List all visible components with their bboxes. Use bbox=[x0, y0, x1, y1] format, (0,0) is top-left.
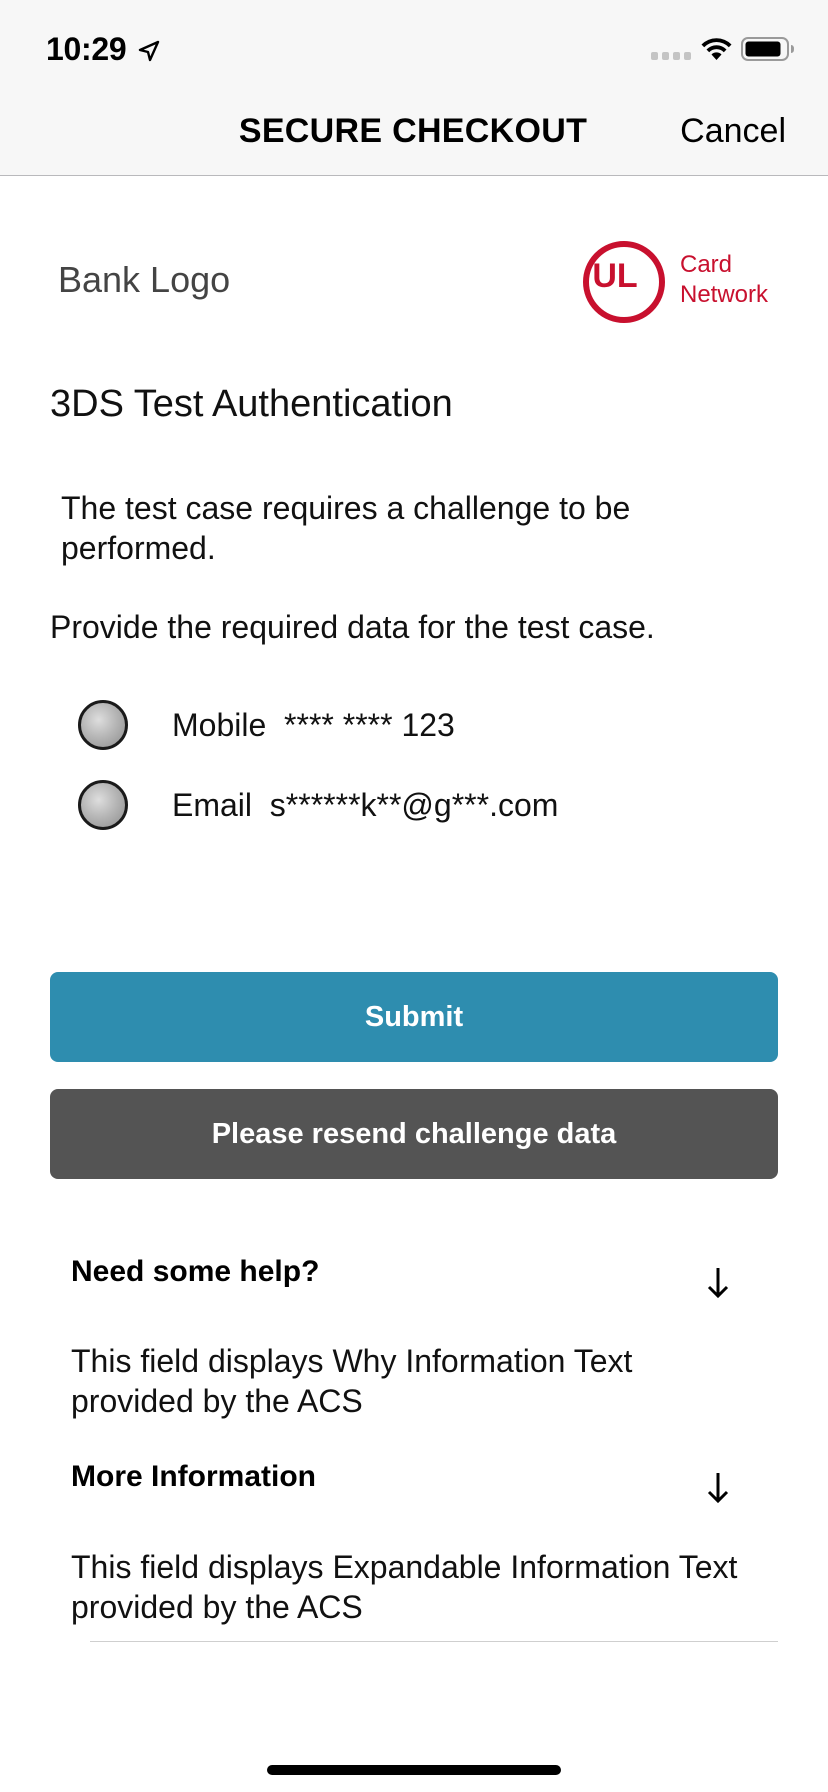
resend-challenge-button[interactable]: Please resend challenge data bbox=[50, 1089, 778, 1179]
status-time: 10:29 bbox=[46, 31, 127, 67]
card-network-label: Card Network bbox=[680, 250, 768, 310]
more-info-section-body: This field displays Expandable Informati… bbox=[71, 1549, 738, 1625]
option-email-label: Email s******k**@g***.com bbox=[172, 786, 559, 823]
radio-mobile[interactable] bbox=[78, 700, 128, 750]
cellular-signal-icon bbox=[651, 52, 691, 60]
top-bar: 10:29 SECURE CHECKOUT Cancel bbox=[0, 0, 828, 176]
divider bbox=[90, 1641, 778, 1642]
arrow-down-icon[interactable] bbox=[706, 1471, 730, 1505]
arrow-down-icon[interactable] bbox=[706, 1266, 730, 1300]
home-indicator bbox=[267, 1765, 561, 1775]
challenge-screen: 10:29 SECURE CHECKOUT Cancel Bank Logo U… bbox=[0, 0, 828, 1792]
wifi-icon bbox=[701, 38, 732, 60]
help-section-title[interactable]: Need some help? bbox=[71, 1255, 319, 1289]
network-logo-u: UL bbox=[592, 257, 637, 295]
option-mobile[interactable]: Mobile **** **** 123 bbox=[78, 699, 678, 751]
cancel-button[interactable]: Cancel bbox=[680, 112, 786, 151]
bank-logo: Bank Logo bbox=[58, 259, 231, 300]
help-section-body: This field displays Why Information Text… bbox=[71, 1343, 633, 1419]
more-info-section-title[interactable]: More Information bbox=[71, 1460, 316, 1494]
challenge-heading: 3DS Test Authentication bbox=[50, 383, 453, 425]
challenge-info-text: The test case requires a challenge to be… bbox=[61, 490, 631, 566]
challenge-prompt: Provide the required data for the test c… bbox=[50, 609, 655, 645]
submit-button[interactable]: Submit bbox=[50, 972, 778, 1062]
option-email[interactable]: Email s******k**@g***.com bbox=[78, 779, 678, 831]
option-mobile-label: Mobile **** **** 123 bbox=[172, 706, 455, 743]
card-network-line2: Network bbox=[680, 281, 769, 308]
card-network-line1: Card bbox=[680, 251, 733, 278]
card-network-logo: UL bbox=[583, 241, 665, 323]
battery-icon bbox=[741, 37, 794, 61]
location-arrow-icon bbox=[138, 40, 160, 62]
radio-email[interactable] bbox=[78, 780, 128, 830]
